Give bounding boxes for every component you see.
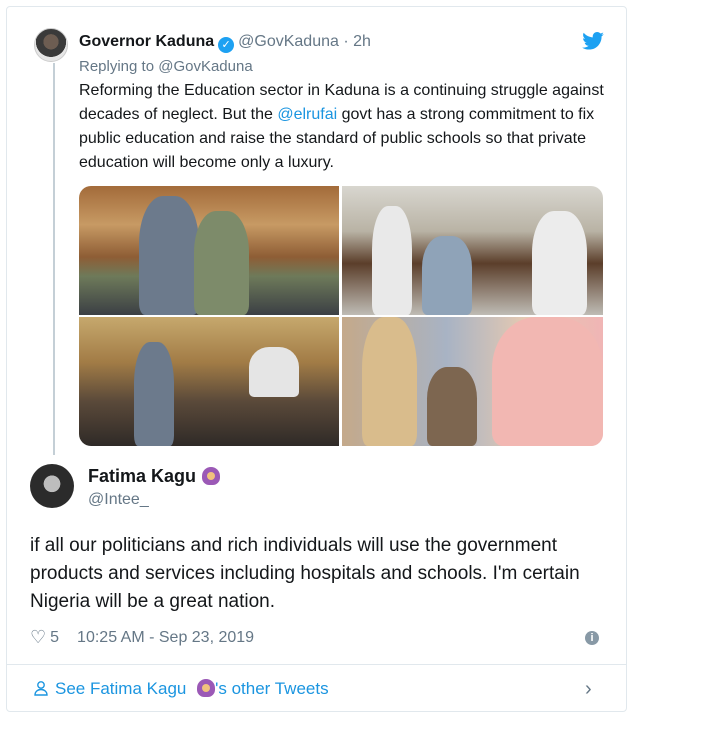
mention-link[interactable]: @elrufai (277, 106, 337, 123)
quoted-tweet-text: Reforming the Education sector in Kaduna… (79, 79, 609, 175)
dot-separator: · (338, 33, 354, 50)
footer-prefix: See Fatima Kagu (55, 679, 187, 698)
person-icon (34, 681, 48, 696)
like-count[interactable]: 5 (50, 629, 59, 646)
governor-avatar[interactable] (34, 28, 68, 62)
photo-4[interactable] (342, 317, 603, 446)
photo-1[interactable] (79, 186, 339, 315)
author-handle[interactable]: @Intee_ (88, 491, 149, 509)
tweet-text: if all our politicians and rich individu… (30, 535, 580, 612)
fatima-avatar[interactable] (30, 464, 74, 508)
info-icon[interactable]: i (585, 631, 599, 645)
hijab-emoji-icon (202, 467, 221, 485)
photo-2[interactable] (342, 186, 603, 315)
replying-to: Replying to @GovKaduna (79, 58, 253, 75)
timestamp[interactable]: 10:25 AM - Sep 23, 2019 (77, 629, 254, 646)
thread-line (53, 63, 55, 455)
author-name[interactable]: Fatima Kagu (88, 466, 221, 487)
author-name-text[interactable]: Fatima Kagu (88, 466, 196, 486)
quoted-author-handle[interactable]: @GovKaduna (238, 33, 339, 50)
quoted-tweet-time[interactable]: 2h (353, 33, 371, 50)
chevron-right-icon[interactable]: › (585, 678, 592, 701)
tweet-actions: ♡ 5 10:25 AM - Sep 23, 2019 (30, 627, 254, 648)
quoted-author-name[interactable]: Governor Kaduna (79, 33, 214, 50)
verified-badge-icon: ✓ (218, 37, 235, 53)
hijab-emoji-icon (197, 679, 216, 697)
footer-divider (6, 664, 627, 665)
photo-grid (79, 186, 603, 446)
footer-suffix: 's other Tweets (215, 679, 329, 698)
see-other-tweets-link[interactable]: See Fatima Kagu 's other Tweets (33, 679, 329, 699)
twitter-bird-icon[interactable] (582, 32, 604, 50)
heart-icon[interactable]: ♡ (30, 627, 46, 648)
quoted-tweet-header: Governor Kaduna ✓ @GovKaduna · 2h (79, 33, 371, 53)
photo-3[interactable] (79, 317, 339, 446)
